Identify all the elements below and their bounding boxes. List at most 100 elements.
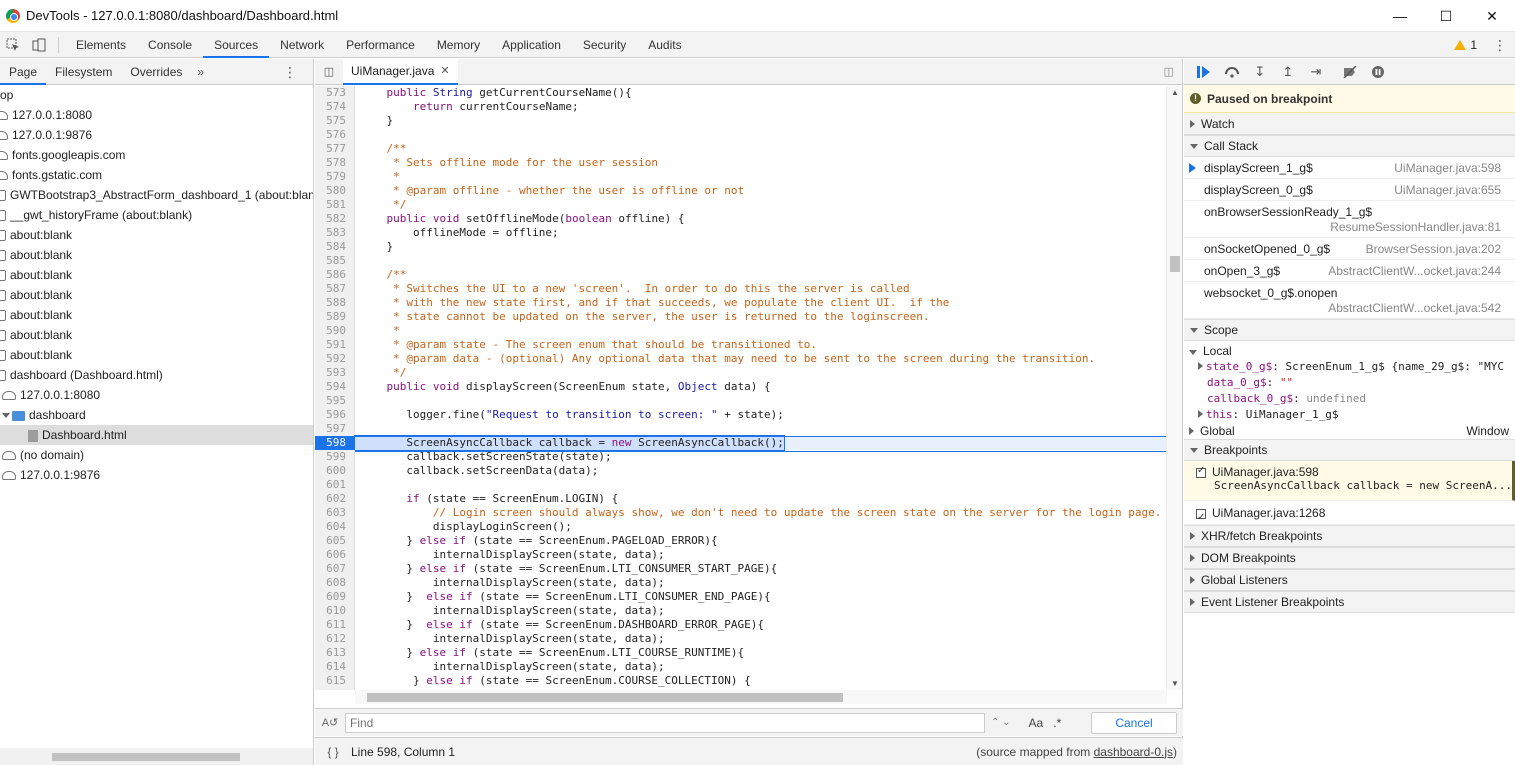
scope-variable[interactable]: data_0_g$: "" xyxy=(1184,375,1515,391)
code-line[interactable]: 592 * @param data - (optional) Any optio… xyxy=(315,352,1167,366)
close-window-button[interactable]: ✕ xyxy=(1469,0,1515,32)
line-number[interactable]: 580 xyxy=(315,184,355,198)
line-number[interactable]: 610 xyxy=(315,604,355,618)
navigator-menu-icon[interactable]: ⋮ xyxy=(281,59,299,85)
tree-item[interactable]: 127.0.0.1:8080 xyxy=(0,385,313,405)
tree-item[interactable]: 127.0.0.1:8080 xyxy=(0,105,313,125)
scope-variable[interactable]: this: UiManager_1_g$ xyxy=(1184,407,1515,423)
line-number[interactable]: 596 xyxy=(315,408,355,422)
line-number[interactable]: 576 xyxy=(315,128,355,142)
section-event-listener-breakpoints[interactable]: Event Listener Breakpoints xyxy=(1184,591,1515,613)
call-frame[interactable]: displayScreen_0_g$ UiManager.java:655 xyxy=(1184,179,1515,201)
tree-item[interactable]: __gwt_historyFrame (about:blank) xyxy=(0,205,313,225)
editor-tab-uimanager[interactable]: UiManager.java ✕ xyxy=(343,58,458,85)
line-number[interactable]: 573 xyxy=(315,86,355,100)
code-line[interactable]: 613 } else if (state == ScreenEnum.LTI_C… xyxy=(315,646,1167,660)
line-number[interactable]: 575 xyxy=(315,114,355,128)
tree-item[interactable]: dashboard (Dashboard.html) xyxy=(0,365,313,385)
code-line[interactable]: 604 displayLoginScreen(); xyxy=(315,520,1167,534)
code-line[interactable]: 581 */ xyxy=(315,198,1167,212)
section-global-listeners[interactable]: Global Listeners xyxy=(1184,569,1515,591)
frame-location[interactable]: BrowserSession.java:202 xyxy=(1366,238,1501,260)
scrollbar-thumb[interactable] xyxy=(367,693,843,702)
code-line[interactable]: 590 * xyxy=(315,324,1167,338)
tab-application[interactable]: Application xyxy=(491,32,572,58)
code-line[interactable]: 573 public String getCurrentCourseName()… xyxy=(315,86,1167,100)
deactivate-breakpoints-icon[interactable] xyxy=(1336,59,1364,85)
line-number[interactable]: 574 xyxy=(315,100,355,114)
source-map-link[interactable]: dashboard-0.js xyxy=(1094,745,1173,759)
nav-tab-filesystem[interactable]: Filesystem xyxy=(46,59,121,85)
current-execution-line[interactable]: 598 ScreenAsyncCallback callback = new S… xyxy=(315,435,1167,452)
line-number[interactable]: 606 xyxy=(315,548,355,562)
breakpoint-checkbox[interactable] xyxy=(1196,506,1206,530)
code-line[interactable]: 612 internalDisplayScreen(state, data); xyxy=(315,632,1167,646)
line-number[interactable]: 593 xyxy=(315,366,355,380)
code-line[interactable]: 575 } xyxy=(315,114,1167,128)
code-line[interactable]: 606 internalDisplayScreen(state, data); xyxy=(315,548,1167,562)
line-number[interactable]: 609 xyxy=(315,590,355,604)
scope-variable[interactable]: state_0_g$: ScreenEnum_1_g$ {name_29_g$:… xyxy=(1184,359,1515,375)
scope-global-header[interactable]: Global Window xyxy=(1184,423,1515,439)
line-number[interactable]: 589 xyxy=(315,310,355,324)
call-frame[interactable]: displayScreen_1_g$ UiManager.java:598 xyxy=(1184,157,1515,179)
scope-variable[interactable]: callback_0_g$: undefined xyxy=(1184,391,1515,407)
line-number[interactable]: 608 xyxy=(315,576,355,590)
section-call-stack[interactable]: Call Stack xyxy=(1184,135,1515,157)
line-number[interactable]: 611 xyxy=(315,618,355,632)
scroll-up-icon[interactable]: ▲ xyxy=(1171,88,1179,97)
code-line[interactable]: 611 } else if (state == ScreenEnum.DASHB… xyxy=(315,618,1167,632)
tree-item[interactable]: 127.0.0.1:9876 xyxy=(0,465,313,485)
section-breakpoints[interactable]: Breakpoints xyxy=(1184,439,1515,461)
code-line[interactable]: 579 * xyxy=(315,170,1167,184)
frame-location[interactable]: AbstractClientW...ocket.java:542 xyxy=(1328,297,1501,319)
tree-item[interactable]: Dashboard.html xyxy=(0,425,313,445)
tab-sources[interactable]: Sources xyxy=(203,32,270,58)
replace-toggle-icon[interactable]: A↺ xyxy=(315,716,345,729)
line-number[interactable]: 583 xyxy=(315,226,355,240)
code-line[interactable]: 603 // Login screen should always show, … xyxy=(315,506,1167,520)
tab-audits[interactable]: Audits xyxy=(637,32,692,58)
warnings-counter[interactable]: 1 xyxy=(1454,38,1477,52)
code-line[interactable]: 609 } else if (state == ScreenEnum.LTI_C… xyxy=(315,590,1167,604)
tab-performance[interactable]: Performance xyxy=(335,32,426,58)
section-scope[interactable]: Scope xyxy=(1184,319,1515,341)
find-input[interactable] xyxy=(345,712,985,733)
line-number[interactable]: 604 xyxy=(315,520,355,534)
tab-network[interactable]: Network xyxy=(269,32,335,58)
breakpoint-item[interactable]: UiManager.java:598 ScreenAsyncCallback c… xyxy=(1184,461,1515,501)
scope-local-header[interactable]: Local xyxy=(1184,343,1515,359)
minimize-button[interactable]: — xyxy=(1377,0,1423,32)
line-number[interactable]: 612 xyxy=(315,632,355,646)
code-line[interactable]: 589 * state cannot be updated on the ser… xyxy=(315,310,1167,324)
nav-tab-page[interactable]: Page xyxy=(0,59,47,85)
line-number[interactable]: 605 xyxy=(315,534,355,548)
code-line[interactable]: 596 logger.fine("Request to transition t… xyxy=(315,408,1167,422)
line-number[interactable]: 592 xyxy=(315,352,355,366)
toggle-navigator-icon[interactable]: ◫ xyxy=(315,65,343,78)
step-icon[interactable]: ⇥ xyxy=(1302,59,1330,85)
code-line[interactable]: 593 */ xyxy=(315,366,1167,380)
code-lines[interactable]: 573 public String getCurrentCourseName()… xyxy=(315,86,1167,690)
code-line[interactable]: 602 if (state == ScreenEnum.LOGIN) { xyxy=(315,492,1167,506)
device-toolbar-icon[interactable] xyxy=(26,32,52,58)
tab-elements[interactable]: Elements xyxy=(65,32,137,58)
tree-item[interactable]: op xyxy=(0,85,313,105)
step-over-icon[interactable] xyxy=(1218,59,1246,85)
toggle-debugger-icon[interactable]: ◫ xyxy=(1164,59,1174,85)
more-tabs-icon[interactable]: » xyxy=(191,65,210,79)
line-number[interactable]: 603 xyxy=(315,506,355,520)
pretty-print-icon[interactable]: { } xyxy=(315,745,351,759)
code-line[interactable]: 615 } else if (state == ScreenEnum.COURS… xyxy=(315,674,1167,688)
line-number[interactable]: 595 xyxy=(315,394,355,408)
line-number[interactable]: 600 xyxy=(315,464,355,478)
code-line[interactable]: 591 * @param state - The screen enum tha… xyxy=(315,338,1167,352)
call-frame[interactable]: onBrowserSessionReady_1_g$ ResumeSessionH… xyxy=(1184,201,1515,238)
code-line[interactable]: 607 } else if (state == ScreenEnum.LTI_C… xyxy=(315,562,1167,576)
tree-item[interactable]: about:blank xyxy=(0,345,313,365)
call-frame[interactable]: websocket_0_g$.onopen AbstractClientW...o… xyxy=(1184,282,1515,319)
line-number[interactable]: 578 xyxy=(315,156,355,170)
line-number[interactable]: 587 xyxy=(315,282,355,296)
call-frame[interactable]: onSocketOpened_0_g$ BrowserSession.java:2… xyxy=(1184,238,1515,260)
line-number[interactable]: 615 xyxy=(315,674,355,688)
